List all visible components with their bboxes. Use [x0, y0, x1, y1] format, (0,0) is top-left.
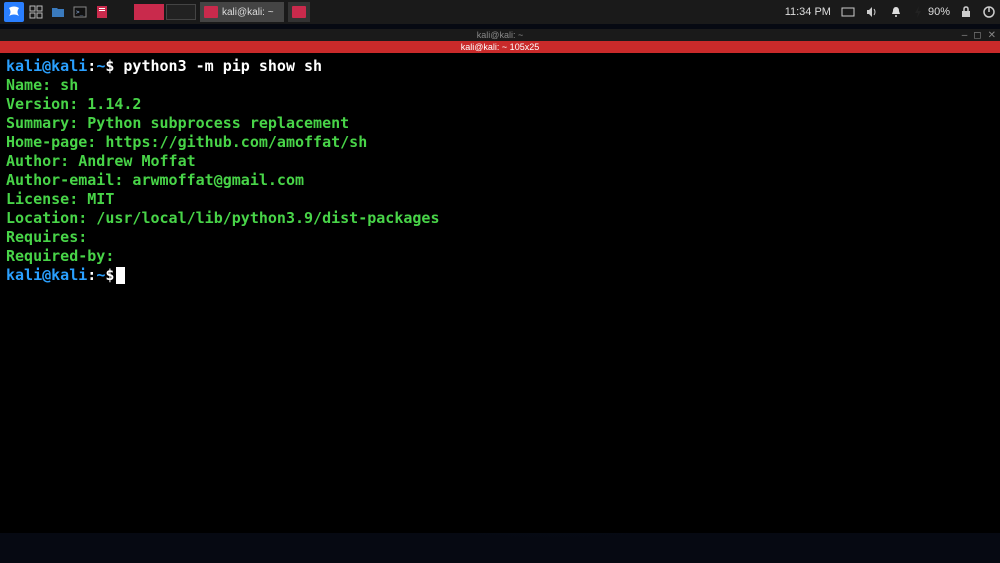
taskbar-item-terminal[interactable]: kali@kali: ~	[200, 2, 284, 22]
terminal-line: Summary: Python subprocess replacement	[6, 114, 994, 133]
workspace-1[interactable]	[134, 4, 164, 20]
terminal-line: License: MIT	[6, 190, 994, 209]
taskbar-item-label: kali@kali: ~	[222, 7, 274, 18]
battery-percent: 90%	[928, 6, 950, 18]
keyboard-icon[interactable]	[841, 6, 855, 18]
clock[interactable]: 11:34 PM	[785, 6, 831, 18]
workspace-2[interactable]	[166, 4, 196, 20]
terminal-line: Author: Andrew Moffat	[6, 152, 994, 171]
prompt-sep: :	[87, 57, 96, 75]
prompt-dollar: $	[105, 57, 114, 75]
terminal-line: Requires:	[6, 228, 994, 247]
window-titlebar[interactable]: kali@kali: ~ – ◻ ✕	[0, 29, 1000, 41]
prompt-at: @	[42, 57, 51, 75]
taskbar-app-icon	[292, 6, 306, 18]
terminal-launcher-icon[interactable]: >_	[70, 2, 90, 22]
terminal-tab-label: kali@kali: ~ 105x25	[461, 42, 539, 52]
applications-menu-icon[interactable]	[4, 2, 24, 22]
minimize-button[interactable]: –	[962, 30, 968, 41]
svg-text:>_: >_	[76, 9, 84, 16]
terminal-line: Home-page: https://github.com/amoffat/sh	[6, 133, 994, 152]
window-title: kali@kali: ~	[477, 30, 523, 40]
maximize-button[interactable]: ◻	[973, 30, 981, 41]
terminal-line: Version: 1.14.2	[6, 95, 994, 114]
terminal-body[interactable]: kali@kali:~$ python3 -m pip show sh Name…	[0, 53, 1000, 533]
prompt-host: kali	[51, 57, 87, 75]
terminal-line: Required-by:	[6, 247, 994, 266]
terminal-tab[interactable]: kali@kali: ~ 105x25	[0, 41, 1000, 53]
text-editor-icon[interactable]	[92, 2, 112, 22]
power-icon[interactable]	[982, 5, 996, 19]
terminal-line: Name: sh	[6, 76, 994, 95]
command-text: python3 -m pip show sh	[123, 57, 322, 75]
battery-indicator[interactable]: 90%	[913, 5, 950, 19]
terminal-window: kali@kali: ~ – ◻ ✕ kali@kali: ~ 105x25 k…	[0, 29, 1000, 533]
pager-icon[interactable]	[26, 2, 46, 22]
top-panel: >_ kali@kali: ~ 11:34 PM 90%	[0, 0, 1000, 24]
terminal-line: Location: /usr/local/lib/python3.9/dist-…	[6, 209, 994, 228]
close-button[interactable]: ✕	[988, 30, 996, 41]
terminal-line: kali@kali:~$ python3 -m pip show sh	[6, 57, 994, 76]
terminal-line: Author-email: arwmoffat@gmail.com	[6, 171, 994, 190]
terminal-line: kali@kali:~$	[6, 266, 994, 285]
notifications-icon[interactable]	[889, 5, 903, 19]
prompt-user: kali	[6, 57, 42, 75]
file-manager-icon[interactable]	[48, 2, 68, 22]
lock-icon[interactable]	[960, 5, 972, 19]
taskbar-app-icon	[204, 6, 218, 18]
volume-icon[interactable]	[865, 5, 879, 19]
prompt-path: ~	[96, 57, 105, 75]
cursor	[116, 267, 125, 284]
taskbar-item-2[interactable]	[288, 2, 310, 22]
